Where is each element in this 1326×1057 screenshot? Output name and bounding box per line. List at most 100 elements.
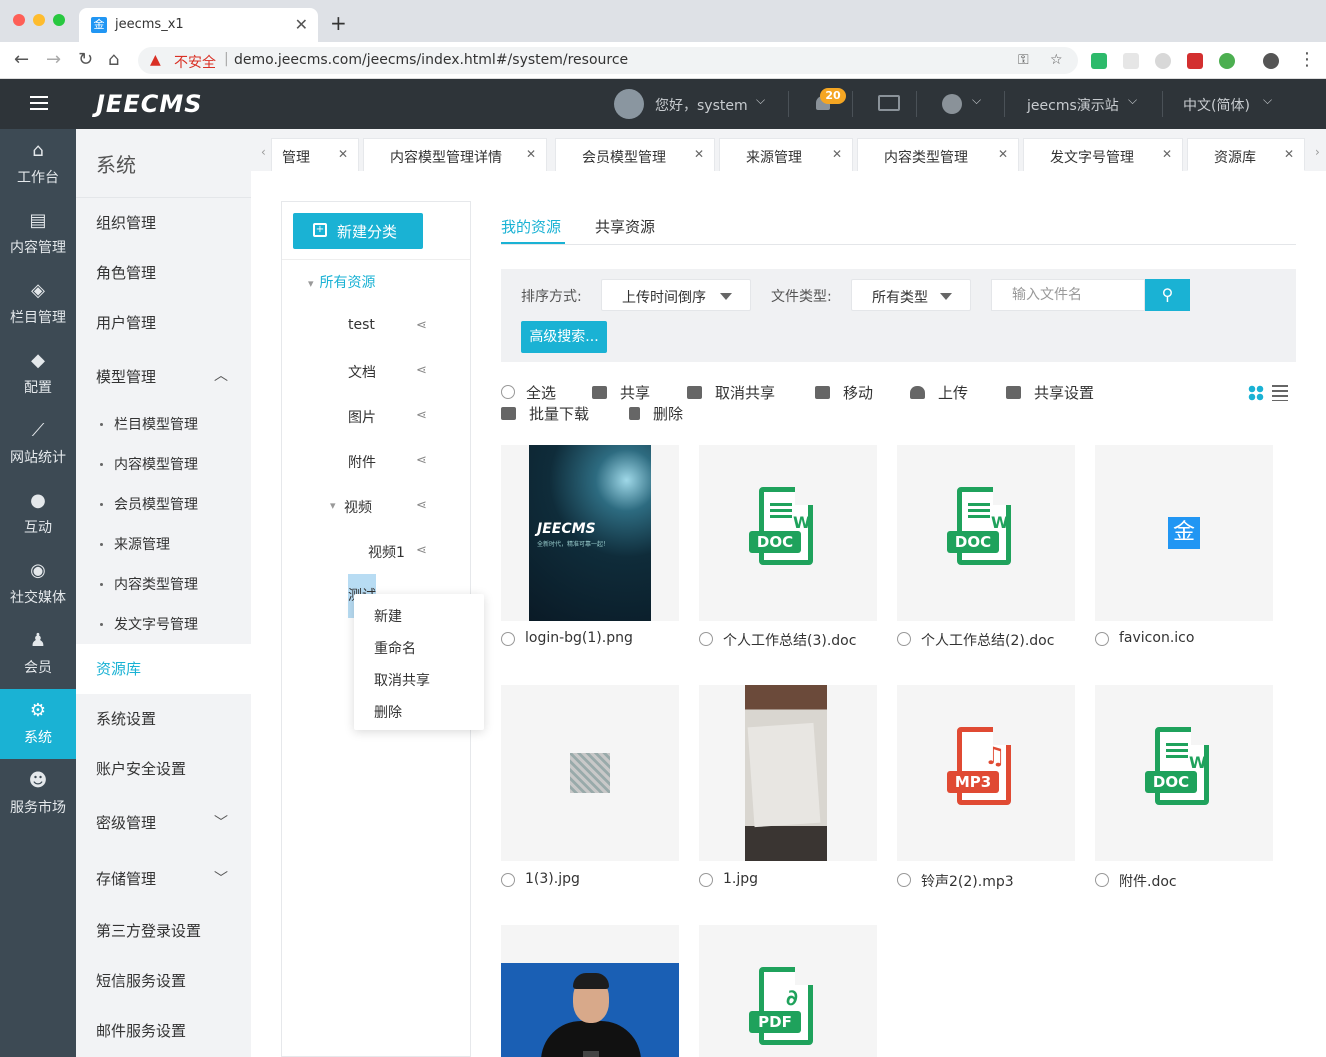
subnav-item-role[interactable]: 角色管理: [96, 262, 156, 283]
bookmark-star-icon[interactable]: ☆: [1050, 52, 1063, 68]
file-card[interactable]: 金: [1095, 445, 1273, 621]
share-action[interactable]: 共享: [592, 382, 650, 403]
page-tab[interactable]: 内容模型管理详情 ✕: [363, 138, 547, 171]
insecure-label[interactable]: 不安全: [174, 52, 216, 72]
page-tab-active[interactable]: 资源库 ✕: [1187, 138, 1305, 171]
delete-action[interactable]: 删除: [629, 403, 683, 424]
chevron-up-icon[interactable]: ︿: [214, 365, 228, 385]
file-select-radio[interactable]: [897, 873, 911, 887]
file-select-radio[interactable]: [1095, 632, 1109, 646]
subnav-child-content-type[interactable]: 内容类型管理: [100, 574, 198, 594]
file-name[interactable]: 1(3).jpg: [525, 871, 580, 887]
subnav-item-classified[interactable]: 密级管理: [96, 812, 156, 833]
user-greeting[interactable]: 您好，system: [655, 95, 748, 115]
context-menu-rename[interactable]: 重命名: [374, 638, 416, 658]
share-icon[interactable]: ⋖: [416, 363, 427, 378]
share-icon[interactable]: ⋖: [416, 498, 427, 513]
user-avatar[interactable]: [614, 89, 644, 119]
nav-item-member[interactable]: ♟ 会员: [0, 619, 76, 689]
subnav-item-account-security[interactable]: 账户安全设置: [96, 758, 186, 779]
batch-download-action[interactable]: 批量下载: [501, 403, 589, 424]
subnav-item-org[interactable]: 组织管理: [96, 212, 156, 233]
window-close-button[interactable]: [13, 14, 25, 26]
file-card[interactable]: ∂ PDF: [699, 925, 877, 1057]
subnav-item-resource[interactable]: 资源库: [96, 658, 141, 679]
subnav-child-content-model[interactable]: 内容模型管理: [100, 454, 198, 474]
select-all-label[interactable]: 全选: [526, 382, 556, 403]
page-tab[interactable]: 内容类型管理 ✕: [857, 138, 1019, 171]
share-icon[interactable]: ⋖: [416, 453, 427, 468]
profile-avatar-icon[interactable]: [1263, 53, 1279, 69]
key-icon[interactable]: ⚿: [1018, 52, 1029, 68]
close-icon[interactable]: ✕: [526, 147, 536, 161]
tab-shared-resources[interactable]: 共享资源: [595, 216, 655, 237]
file-card[interactable]: W DOC: [1095, 685, 1273, 861]
page-tab[interactable]: 会员模型管理 ✕: [555, 138, 715, 171]
close-icon[interactable]: ✕: [694, 147, 704, 161]
hamburger-menu-icon[interactable]: [30, 96, 48, 110]
site-selector[interactable]: jeecms演示站: [1027, 95, 1119, 115]
nav-item-interaction[interactable]: ● 互动: [0, 479, 76, 549]
unshare-action[interactable]: 取消共享: [687, 382, 775, 403]
chevron-down-icon[interactable]: ⌵: [756, 93, 765, 108]
file-card[interactable]: W DOC: [897, 445, 1075, 621]
monitor-icon[interactable]: [878, 95, 900, 111]
file-select-radio[interactable]: [501, 873, 515, 887]
close-icon[interactable]: ✕: [832, 147, 842, 161]
palette-icon[interactable]: [942, 94, 962, 114]
chevron-down-icon[interactable]: ﹀: [214, 868, 228, 888]
forward-icon[interactable]: →: [46, 50, 61, 70]
share-icon[interactable]: ⋖: [416, 408, 427, 423]
tree-node[interactable]: 文档: [348, 362, 376, 382]
tree-node-all[interactable]: ▾ 所有资源: [308, 272, 376, 292]
file-name[interactable]: 个人工作总结(3).doc: [723, 630, 856, 650]
subnav-child-member-model[interactable]: 会员模型管理: [100, 494, 198, 514]
subnav-item-user[interactable]: 用户管理: [96, 312, 156, 333]
search-button[interactable]: ⚲: [1145, 279, 1190, 311]
file-select-radio[interactable]: [1095, 873, 1109, 887]
nav-item-channel[interactable]: ◈ 栏目管理: [0, 269, 76, 339]
tree-node[interactable]: test: [348, 317, 375, 333]
reload-icon[interactable]: ↻: [78, 50, 93, 70]
file-select-radio[interactable]: [501, 632, 515, 646]
file-type-select[interactable]: 所有类型: [851, 279, 971, 311]
tree-node[interactable]: 视频: [344, 497, 372, 517]
list-view-icon[interactable]: [1272, 385, 1288, 401]
move-action[interactable]: 移动: [815, 382, 873, 403]
advanced-search-button[interactable]: 高级搜索...: [521, 321, 607, 353]
nav-item-system[interactable]: ⚙ 系统: [0, 689, 76, 759]
file-select-radio[interactable]: [897, 632, 911, 646]
file-select-radio[interactable]: [699, 873, 713, 887]
nav-item-service-market[interactable]: ☻ 服务市场: [0, 759, 76, 829]
url-text[interactable]: demo.jeecms.com/jeecms/index.html#/syste…: [234, 52, 628, 68]
back-icon[interactable]: ←: [14, 50, 29, 70]
nav-item-statistics[interactable]: ⟋ 网站统计: [0, 409, 76, 479]
context-menu-unshare[interactable]: 取消共享: [374, 670, 430, 690]
close-tab-icon[interactable]: ✕: [295, 15, 308, 34]
close-icon[interactable]: ✕: [1284, 147, 1294, 161]
tree-node[interactable]: 附件: [348, 452, 376, 472]
file-card[interactable]: [501, 925, 679, 1057]
tree-node[interactable]: 视频1: [368, 542, 405, 562]
fe-extension-icon[interactable]: [1187, 53, 1203, 69]
file-card[interactable]: JEECMS 全新时代，精准可靠一起！: [501, 445, 679, 621]
share-icon[interactable]: ⋖: [416, 318, 427, 333]
close-icon[interactable]: ✕: [1162, 147, 1172, 161]
omnibox[interactable]: ▲ 不安全 | demo.jeecms.com/jeecms/index.htm…: [138, 47, 1078, 74]
file-card[interactable]: [501, 685, 679, 861]
nav-item-social-media[interactable]: ◉ 社交媒体: [0, 549, 76, 619]
context-menu-delete[interactable]: 删除: [374, 702, 402, 722]
page-tab[interactable]: 来源管理 ✕: [719, 138, 853, 171]
close-icon[interactable]: ✕: [338, 147, 348, 161]
file-card[interactable]: W DOC: [699, 445, 877, 621]
select-all-radio[interactable]: [501, 385, 515, 399]
window-minimize-button[interactable]: [33, 14, 45, 26]
chevron-down-icon[interactable]: ⌵: [1263, 93, 1272, 108]
share-icon[interactable]: ⋖: [416, 543, 427, 558]
subnav-item-storage[interactable]: 存储管理: [96, 868, 156, 889]
subnav-item-model[interactable]: 模型管理: [96, 366, 156, 387]
new-tab-button[interactable]: +: [330, 11, 347, 35]
subnav-item-mail[interactable]: 邮件服务设置: [96, 1020, 186, 1041]
file-name[interactable]: login-bg(1).png: [525, 630, 633, 646]
browser-tab[interactable]: 金 jeecms_x1 ✕: [79, 8, 318, 42]
